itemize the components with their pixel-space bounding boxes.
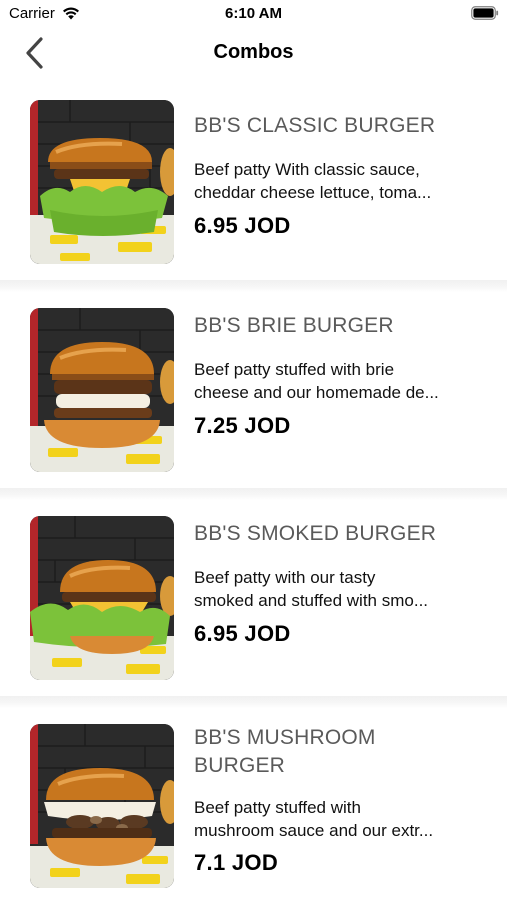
combo-name: BB'S BRIE BURGER: [194, 314, 394, 337]
combo-item-smoked[interactable]: BB'S SMOKED BURGER Beef patty with our t…: [0, 500, 507, 696]
combo-price: 6.95 JOD: [194, 213, 291, 238]
burger-image: [30, 724, 174, 888]
description-line: Beef patty stuffed with: [194, 798, 361, 817]
battery-icon: [471, 6, 499, 20]
combos-screen: Carrier 6:10 AM Combos BB'S CLASSIC BURG…: [0, 0, 507, 900]
divider: [0, 488, 507, 500]
combo-text: BB'S MUSHROOM BURGER Beef patty stuffed …: [194, 724, 484, 876]
combo-text: BB'S SMOKED BURGER Beef patty with our t…: [194, 520, 484, 647]
burger-image: [30, 516, 174, 680]
combo-text: BB'S BRIE BURGER Beef patty stuffed with…: [194, 312, 484, 439]
combo-description: Beef patty stuffed with brie cheese and …: [194, 358, 484, 404]
description-line: Beef patty stuffed with brie: [194, 360, 395, 379]
combo-description: Beef patty with our tasty smoked and stu…: [194, 566, 484, 612]
page-title: Combos: [213, 41, 294, 63]
description-line: smoked and stuffed with smo...: [194, 591, 429, 610]
description-line: cheese and our homemade de...: [194, 383, 439, 402]
combo-text: BB'S CLASSIC BURGER Beef patty With clas…: [194, 112, 484, 239]
burger-image: [30, 308, 174, 472]
status-time: 6:10 AM: [225, 5, 282, 22]
combo-name: BB'S SMOKED BURGER: [194, 522, 437, 545]
combo-price: 7.25 JOD: [194, 413, 291, 438]
combo-item-mushroom[interactable]: BB'S MUSHROOM BURGER Beef patty stuffed …: [0, 708, 507, 900]
combo-description: Beef patty With classic sauce, cheddar c…: [194, 158, 484, 204]
combo-price: 6.95 JOD: [194, 621, 291, 646]
combo-description: Beef patty stuffed with mushroom sauce a…: [194, 796, 484, 842]
description-line: cheddar cheese lettuce, toma...: [194, 183, 432, 202]
divider: [0, 696, 507, 708]
burger-image: [30, 100, 174, 264]
navigation-bar: Combos: [0, 28, 507, 78]
description-line: mushroom sauce and our extr...: [194, 821, 434, 840]
description-line: Beef patty with our tasty: [194, 568, 376, 587]
divider: [0, 280, 507, 292]
status-bar: Carrier 6:10 AM: [0, 0, 507, 28]
description-line: Beef patty With classic sauce,: [194, 160, 420, 179]
combo-name-line: BB'S MUSHROOM: [194, 726, 376, 749]
combo-price: 7.1 JOD: [194, 850, 279, 875]
combo-item-brie[interactable]: BB'S BRIE BURGER Beef patty stuffed with…: [0, 292, 507, 488]
combo-name: BB'S MUSHROOM BURGER: [194, 724, 484, 780]
combo-name: BB'S CLASSIC BURGER: [194, 114, 436, 137]
combo-name-line: BURGER: [194, 754, 286, 777]
combo-item-classic[interactable]: BB'S CLASSIC BURGER Beef patty With clas…: [0, 90, 507, 280]
